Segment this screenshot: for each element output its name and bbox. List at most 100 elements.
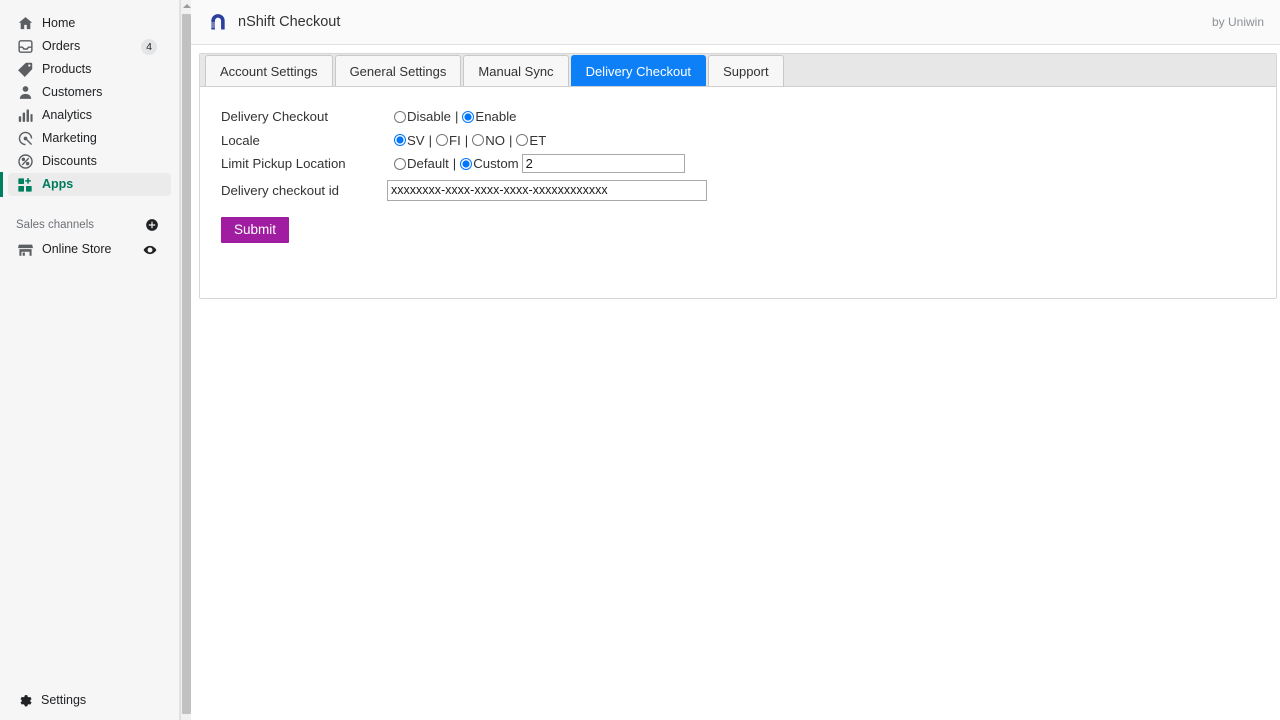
sidebar-item-label: Marketing (42, 131, 97, 146)
delivery-checkout-id-label: Delivery checkout id (221, 182, 340, 198)
sidebar-item-label: Online Store (42, 242, 112, 257)
main-content: nShift Checkout by Uniwin Account Settin… (191, 0, 1280, 720)
discounts-icon (16, 153, 34, 171)
option-separator: | (428, 132, 433, 148)
radio-locale-fi[interactable]: FI (436, 133, 461, 148)
radio-locale-et[interactable]: ET (516, 133, 546, 148)
sidebar-item-label: Analytics (42, 108, 93, 123)
settings-panel: Account Settings General Settings Manual… (199, 53, 1277, 299)
radio-delivery-checkout-enable[interactable]: Enable (462, 109, 517, 125)
form-row-locale: Locale SV | FI | NO | ET (221, 129, 1276, 153)
radio-input-custom[interactable] (460, 157, 473, 170)
radio-label: FI (449, 132, 461, 148)
radio-input-sv[interactable] (394, 134, 406, 147)
home-icon (16, 15, 34, 33)
option-separator: | (464, 132, 469, 148)
gear-icon (16, 692, 32, 708)
sidebar-item-label: Discounts (42, 154, 97, 169)
delivery-checkout-form: Delivery Checkout Disable | Enable Local… (200, 87, 1276, 298)
radio-label: ET (529, 132, 547, 148)
sidebar: Home Orders 4 Products Customers Analyti… (0, 0, 180, 720)
sidebar-nav-list: Home Orders 4 Products Customers Analyti… (0, 0, 179, 197)
sidebar-item-label: Home (42, 16, 76, 31)
radio-label: Default (407, 156, 449, 172)
tab-manual-sync[interactable]: Manual Sync (463, 55, 569, 86)
sidebar-item-label: Orders (42, 39, 81, 54)
analytics-icon (16, 107, 34, 125)
sidebar-item-customers[interactable]: Customers (8, 81, 171, 104)
sidebar-item-marketing[interactable]: Marketing (8, 127, 171, 150)
embedded-app-header: nShift Checkout by Uniwin (191, 0, 1280, 45)
sidebar-item-label: Customers (42, 85, 103, 100)
app-title: nShift Checkout (238, 14, 341, 30)
sidebar-item-settings[interactable]: Settings (0, 692, 180, 708)
tab-bar: Account Settings General Settings Manual… (200, 54, 1276, 87)
nshift-arch-logo-icon (208, 12, 228, 32)
limit-pickup-custom-input[interactable] (521, 154, 685, 174)
apps-icon (16, 176, 34, 194)
radio-input-default[interactable] (394, 157, 406, 170)
option-separator: | (452, 156, 457, 172)
sidebar-scrollbar[interactable] (180, 0, 191, 720)
active-accent-bar (0, 172, 3, 197)
radio-label: Disable (407, 109, 451, 125)
radio-input-enable[interactable] (462, 110, 475, 123)
radio-delivery-checkout-disable[interactable]: Disable (394, 109, 451, 124)
option-separator: | (508, 132, 513, 148)
sidebar-item-analytics[interactable]: Analytics (8, 104, 171, 127)
tab-account-settings[interactable]: Account Settings (205, 55, 333, 86)
sidebar-item-home[interactable]: Home (8, 12, 171, 35)
app-byline: by Uniwin (1211, 15, 1264, 29)
radio-label: SV (407, 132, 425, 148)
scrollbar-thumb[interactable] (182, 14, 191, 714)
option-separator: | (454, 109, 459, 125)
plus-circle-icon[interactable] (145, 218, 159, 232)
marketing-icon (16, 130, 34, 148)
sidebar-item-label: Apps (42, 177, 74, 192)
sales-channels-label: Sales channels (16, 219, 94, 231)
locale-label: Locale (221, 132, 260, 148)
radio-locale-sv[interactable]: SV (394, 133, 425, 148)
settings-label: Settings (41, 693, 87, 707)
panel-wrapper: Account Settings General Settings Manual… (191, 45, 1280, 299)
radio-label: Custom (473, 156, 519, 172)
sidebar-item-label: Products (42, 62, 92, 77)
radio-label: Enable (475, 109, 517, 125)
limit-pickup-location-label: Limit Pickup Location (221, 156, 346, 172)
radio-limit-custom[interactable]: Custom (460, 156, 519, 172)
form-row-limit-pickup-location: Limit Pickup Location Default | Custom (221, 152, 1276, 176)
radio-limit-default[interactable]: Default (394, 156, 449, 171)
sales-channels-heading: Sales channels (0, 214, 179, 236)
app-root: Home Orders 4 Products Customers Analyti… (0, 0, 1280, 720)
sidebar-item-discounts[interactable]: Discounts (8, 150, 171, 173)
radio-input-disable[interactable] (394, 110, 406, 123)
radio-input-fi[interactable] (436, 134, 449, 147)
scrollbar-up-arrow-icon[interactable] (183, 4, 191, 8)
sidebar-item-products[interactable]: Products (8, 58, 171, 81)
sidebar-item-orders[interactable]: Orders 4 (8, 35, 171, 58)
products-icon (16, 61, 34, 79)
orders-icon (16, 38, 34, 56)
delivery-checkout-id-input[interactable] (387, 179, 707, 201)
form-row-delivery-checkout-id: Delivery checkout id (221, 179, 1276, 203)
radio-input-et[interactable] (516, 134, 529, 147)
limit-pickup-location-options: Default | Custom (394, 154, 685, 174)
sidebar-item-online-store[interactable]: Online Store (8, 238, 171, 261)
sidebar-item-apps[interactable]: Apps (0, 172, 171, 197)
delivery-checkout-label: Delivery Checkout (221, 109, 329, 125)
delivery-checkout-id-control (387, 179, 707, 201)
tab-delivery-checkout[interactable]: Delivery Checkout (570, 55, 707, 86)
orders-count-badge: 4 (141, 38, 157, 55)
store-icon (16, 241, 34, 259)
eye-icon[interactable] (143, 243, 157, 257)
customers-icon (16, 84, 34, 102)
radio-label: NO (485, 132, 505, 148)
radio-locale-no[interactable]: NO (472, 133, 505, 148)
form-row-delivery-checkout: Delivery Checkout Disable | Enable (221, 105, 1276, 129)
locale-options: SV | FI | NO | ET (394, 133, 546, 148)
tab-support[interactable]: Support (708, 55, 784, 86)
tab-general-settings[interactable]: General Settings (334, 55, 462, 86)
submit-button[interactable]: Submit (221, 217, 290, 243)
radio-input-no[interactable] (472, 134, 485, 147)
delivery-checkout-options: Disable | Enable (394, 109, 517, 124)
